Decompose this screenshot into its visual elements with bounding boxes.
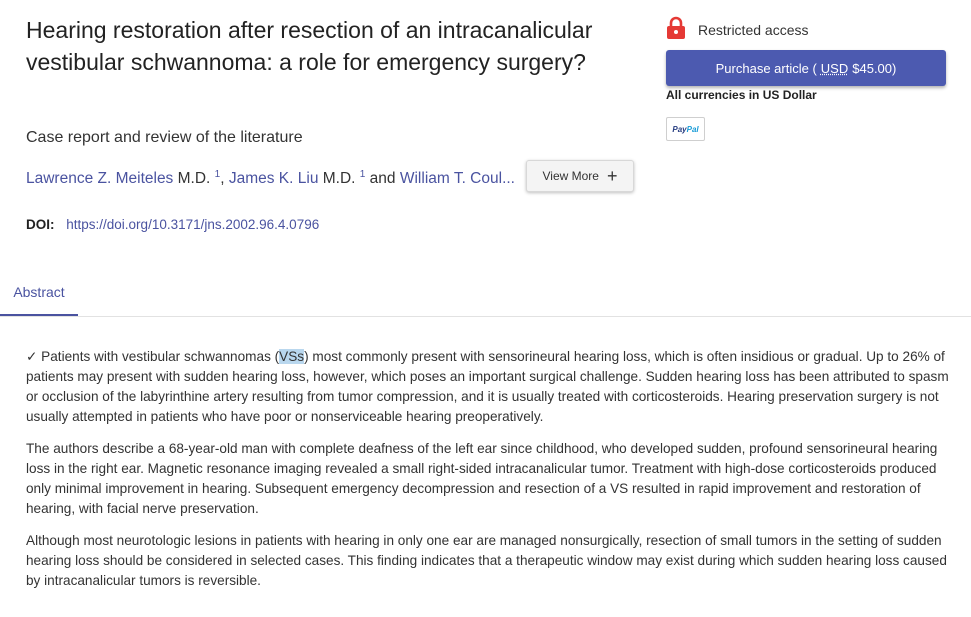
content-tabs: Abstract: [0, 270, 971, 317]
doi-line: DOI: https://doi.org/10.3171/jns.2002.96…: [26, 217, 319, 232]
author-degree: M.D.: [177, 170, 211, 188]
tab-abstract[interactable]: Abstract: [0, 270, 78, 316]
restricted-access-label: Restricted access: [698, 21, 809, 38]
highlighted-abbreviation: VSs: [279, 349, 305, 364]
author-link-liu[interactable]: James K. Liu: [229, 170, 319, 187]
author-separator: ,: [220, 170, 229, 188]
abstract-paragraph-2: The authors describe a 68-year-old man w…: [26, 441, 938, 516]
plus-icon: +: [606, 166, 618, 186]
abstract-text: Patients with vestibular schwannomas (: [37, 349, 280, 364]
author-and: and: [369, 170, 396, 188]
article-subtitle: Case report and review of the literature: [26, 129, 303, 146]
lock-icon: [666, 16, 686, 43]
author-list: Lawrence Z. Meiteles M.D. 1, James K. Li…: [26, 169, 515, 188]
paypal-logo-pay: Pay: [672, 124, 687, 134]
currency-note: All currencies in US Dollar: [666, 88, 817, 102]
purchase-currency: USD: [820, 60, 849, 76]
article-title: Hearing restoration after resection of a…: [26, 17, 593, 75]
view-more-authors-button[interactable]: View More +: [526, 160, 634, 192]
purchase-article-button[interactable]: Purchase article ( USD $45.00): [666, 50, 946, 86]
author-degree: M.D.: [322, 170, 356, 188]
access-status: Restricted access: [666, 16, 808, 43]
paypal-logo-pal: Pal: [686, 124, 699, 134]
paypal-button[interactable]: Pay Pal: [666, 117, 705, 141]
author-affiliation-sup: 1: [359, 169, 366, 180]
checkmark-icon: ✓: [26, 349, 38, 364]
abstract-paragraph-1: ✓ Patients with vestibular schwannomas (…: [26, 347, 950, 427]
purchase-price: $45.00): [852, 60, 897, 76]
abstract-body: ✓ Patients with vestibular schwannomas (…: [26, 347, 950, 603]
purchase-prefix: Purchase article (: [715, 60, 817, 76]
abstract-paragraph-3: Although most neurotologic lesions in pa…: [26, 533, 947, 588]
author-link-couldwell[interactable]: William T. Coul...: [400, 170, 515, 187]
doi-link[interactable]: https://doi.org/10.3171/jns.2002.96.4.07…: [66, 217, 319, 232]
doi-label: DOI:: [26, 217, 55, 232]
author-link-meiteles[interactable]: Lawrence Z. Meiteles: [26, 170, 173, 187]
view-more-label: View More: [542, 169, 599, 183]
